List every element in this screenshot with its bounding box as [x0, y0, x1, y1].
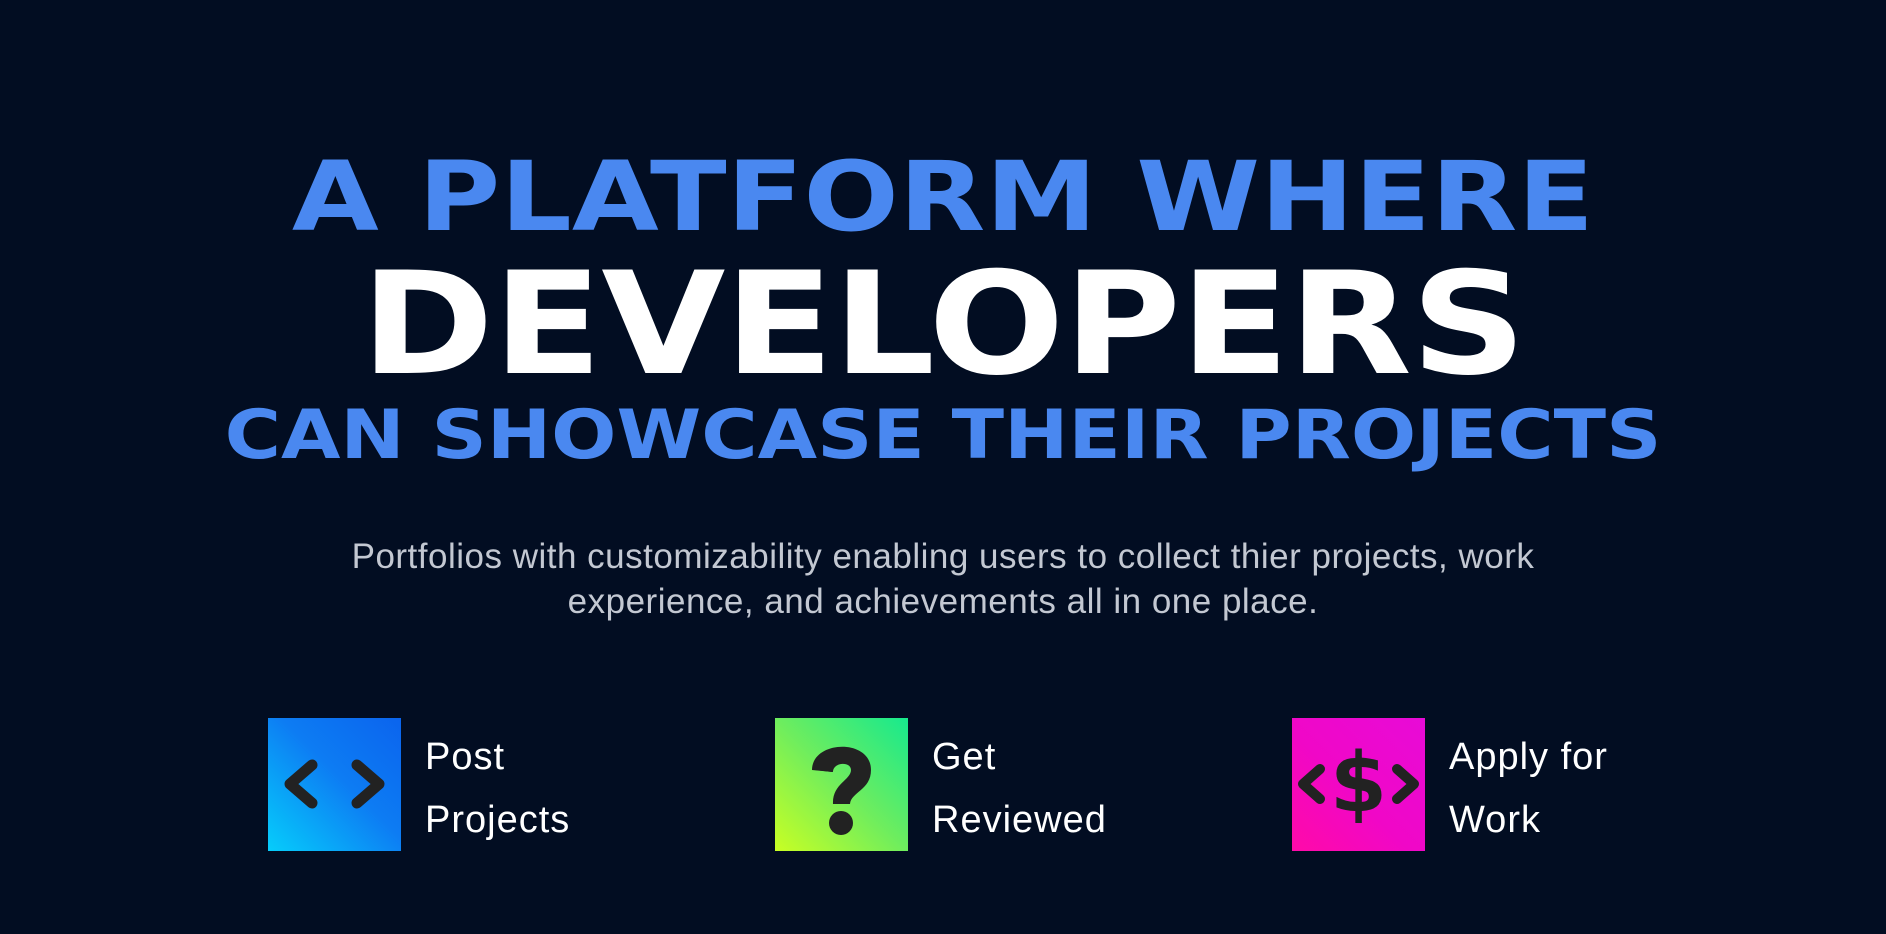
hero-heading: A PLATFORM WHERE DEVELOPERS CAN SHOWCASE…: [0, 142, 1886, 476]
question-mark-icon: [775, 718, 908, 851]
code-icon: [268, 718, 401, 851]
feature-label-line-1: Apply for: [1449, 736, 1608, 778]
feature-label: Post Projects: [425, 726, 570, 852]
feature-label-line-2: Reviewed: [932, 799, 1107, 841]
feature-apply-for-work: $ Apply for Work: [1292, 718, 1608, 852]
landing-page: A PLATFORM WHERE DEVELOPERS CAN SHOWCASE…: [0, 0, 1886, 934]
subtitle-line-1: Portfolios with customizability enabling…: [351, 537, 1535, 576]
dollar-code-icon: $: [1292, 718, 1425, 851]
feature-label: Apply for Work: [1449, 726, 1608, 852]
subtitle-line-2: experience, and achievements all in one …: [567, 582, 1319, 621]
feature-label-line-2: Work: [1449, 799, 1541, 841]
feature-label: Get Reviewed: [932, 726, 1107, 852]
feature-label-line-2: Projects: [425, 799, 571, 841]
svg-text:$: $: [1330, 736, 1387, 831]
feature-label-line-1: Get: [932, 736, 997, 778]
hero-line-platform: A PLATFORM WHERE: [291, 141, 1595, 253]
hero-line-showcase: CAN SHOWCASE THEIR PROJECTS: [224, 396, 1662, 475]
feature-post-projects: Post Projects: [268, 718, 570, 852]
hero-subtitle: Portfolios with customizability enabling…: [0, 534, 1886, 624]
hero-line-developers: DEVELOPERS: [360, 242, 1527, 407]
feature-get-reviewed: Get Reviewed: [775, 718, 1107, 852]
feature-label-line-1: Post: [425, 736, 506, 778]
